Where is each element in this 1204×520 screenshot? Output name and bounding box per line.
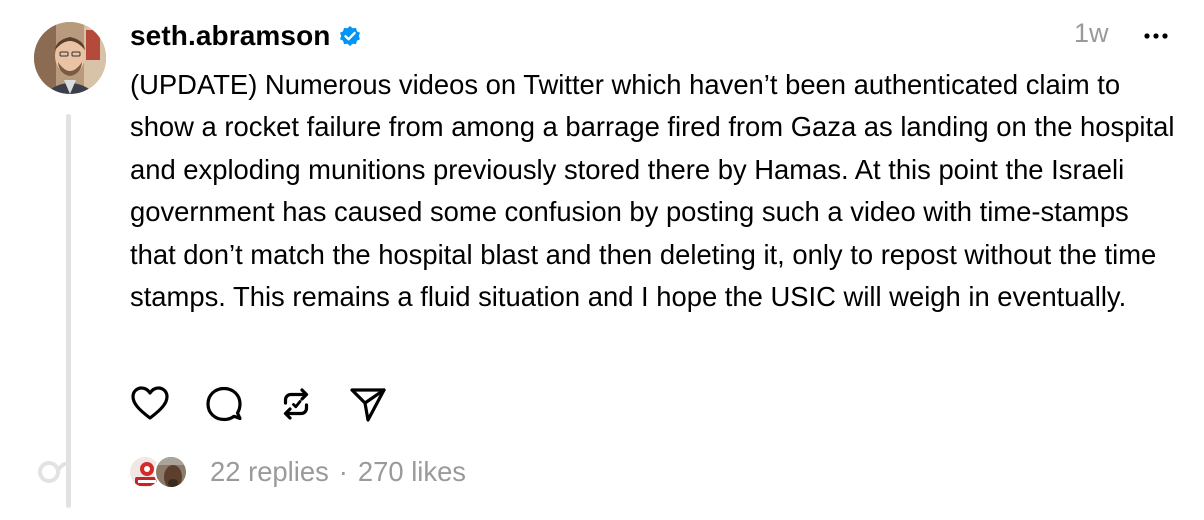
thread-line xyxy=(66,114,71,508)
comment-bubble-icon xyxy=(206,386,242,422)
thread-post: seth.abramson 1w (UPDATE) Numerous video… xyxy=(0,0,1204,520)
post-stats: 22 replies · 270 likes xyxy=(210,456,466,488)
verified-badge-icon xyxy=(338,24,362,48)
post-footer: 22 replies · 270 likes xyxy=(128,452,466,492)
replies-count-link[interactable]: 22 replies xyxy=(210,456,329,488)
likes-count-link[interactable]: 270 likes xyxy=(358,456,466,488)
author-avatar-image xyxy=(34,22,106,94)
more-horizontal-icon xyxy=(1144,33,1168,39)
thread-end-icon xyxy=(36,458,70,486)
share-button[interactable] xyxy=(348,384,388,424)
more-options-button[interactable] xyxy=(1140,18,1172,54)
author-avatar[interactable] xyxy=(34,22,106,94)
stats-separator: · xyxy=(338,456,348,487)
like-button[interactable] xyxy=(130,384,170,424)
reply-button[interactable] xyxy=(204,384,244,424)
post-timestamp[interactable]: 1w xyxy=(1074,18,1109,49)
author-header: seth.abramson xyxy=(130,16,362,56)
author-username[interactable]: seth.abramson xyxy=(130,20,330,52)
send-icon xyxy=(350,388,386,422)
reply-avatar xyxy=(154,455,188,489)
repost-icon xyxy=(283,388,309,420)
repost-button[interactable] xyxy=(276,384,316,424)
post-body-text: (UPDATE) Numerous videos on Twitter whic… xyxy=(130,69,1175,313)
reply-avatars xyxy=(128,453,192,491)
heart-icon xyxy=(131,386,169,420)
